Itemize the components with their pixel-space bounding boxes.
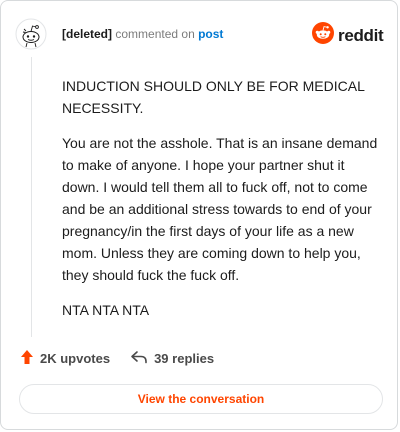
comment-embed-card: [deleted] commented on post reddit INDUC…: [0, 0, 398, 430]
comment-stats: 2K upvotes 39 replies: [20, 349, 214, 368]
comment-body: INDUCTION SHOULD ONLY BE FOR MEDICAL NEC…: [62, 75, 384, 334]
upvote-count: 2K upvotes: [40, 351, 111, 366]
username[interactable]: [deleted]: [62, 27, 112, 41]
post-link[interactable]: post: [198, 27, 223, 41]
comment-paragraph-2: You are not the asshole. That is an insa…: [62, 135, 378, 283]
action-text: commented on: [115, 27, 195, 41]
comment-meta: [deleted] commented on post: [62, 26, 223, 42]
comment-paragraph-1: INDUCTION SHOULD ONLY BE FOR MEDICAL NEC…: [62, 78, 365, 116]
reply-count: 39 replies: [154, 351, 215, 366]
replies-stat[interactable]: 39 replies: [130, 350, 214, 367]
view-conversation-button[interactable]: View the conversation: [19, 384, 383, 414]
upvote-arrow-icon: [20, 349, 34, 368]
deleted-user-avatar-icon: [15, 18, 47, 50]
reply-arrow-icon: [130, 350, 148, 367]
reddit-snoo-icon: [312, 22, 334, 49]
comment-paragraph-3: NTA NTA NTA: [62, 302, 150, 318]
reddit-wordmark: reddit: [338, 25, 384, 45]
thread-line: [31, 57, 32, 337]
reddit-logo[interactable]: reddit: [312, 22, 384, 49]
upvote-stat[interactable]: 2K upvotes: [20, 349, 110, 368]
